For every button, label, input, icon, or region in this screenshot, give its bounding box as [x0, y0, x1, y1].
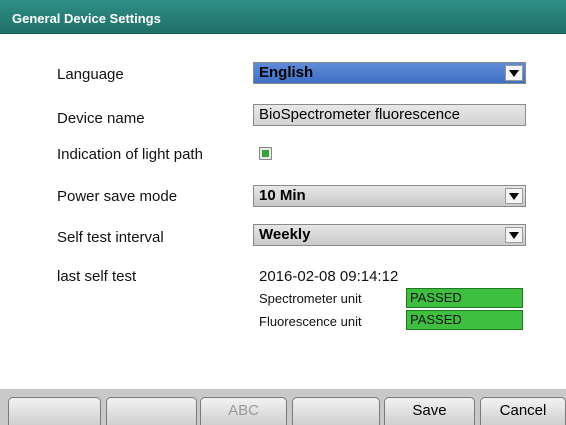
self-test-interval-value: Weekly — [259, 226, 311, 243]
fluorescence-status-badge: PASSED — [406, 310, 523, 330]
self-test-interval-label: Self test interval — [57, 229, 164, 246]
softkey-1[interactable] — [8, 397, 101, 425]
language-value: English — [259, 64, 314, 81]
device-name-value: BioSpectrometer fluorescence — [259, 106, 460, 123]
power-save-label: Power save mode — [57, 188, 178, 205]
device-name-input[interactable]: BioSpectrometer fluorescence — [253, 104, 526, 126]
save-button[interactable]: Save — [384, 397, 475, 425]
power-save-value: 10 Min — [259, 187, 306, 204]
spectrometer-status-badge: PASSED — [406, 288, 523, 308]
language-dropdown[interactable]: English — [253, 62, 526, 84]
light-path-label: Indication of light path — [57, 146, 203, 163]
window-title: General Device Settings — [12, 11, 161, 26]
fluorescence-unit-label: Fluorescence unit — [259, 314, 362, 329]
language-label: Language — [57, 66, 124, 83]
device-name-label: Device name — [57, 110, 145, 127]
abc-button[interactable]: ABC — [200, 397, 287, 425]
last-self-test-label: last self test — [57, 268, 137, 285]
chevron-down-icon[interactable] — [505, 188, 523, 204]
last-self-test-timestamp: 2016-02-08 09:14:12 — [259, 268, 399, 285]
power-save-dropdown[interactable]: 10 Min — [253, 185, 526, 207]
softkey-2[interactable] — [106, 397, 197, 425]
chevron-down-icon[interactable] — [505, 65, 523, 81]
spectrometer-unit-label: Spectrometer unit — [259, 291, 362, 306]
title-bar: General Device Settings — [0, 0, 566, 34]
settings-screen: General Device Settings Language English… — [0, 0, 566, 425]
cancel-button[interactable]: Cancel — [480, 397, 566, 425]
chevron-down-icon[interactable] — [505, 227, 523, 243]
self-test-interval-dropdown[interactable]: Weekly — [253, 224, 526, 246]
light-path-checkbox[interactable] — [259, 147, 272, 160]
softkey-4[interactable] — [292, 397, 380, 425]
